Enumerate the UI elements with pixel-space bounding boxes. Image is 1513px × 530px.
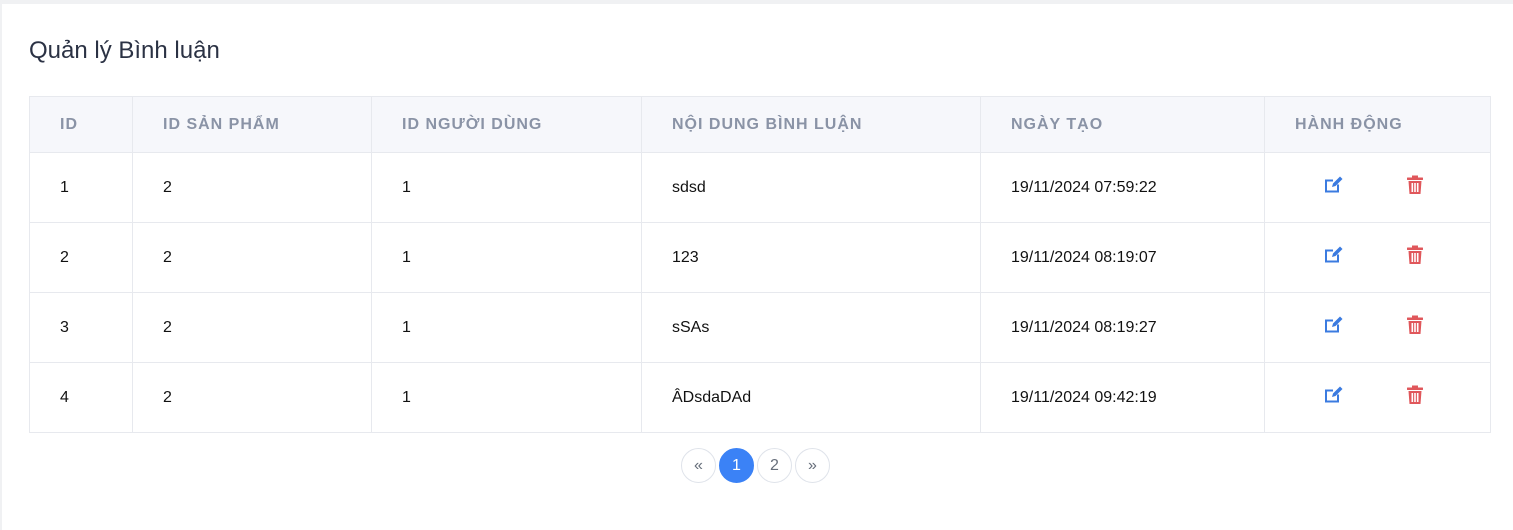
cell-user-id: 1 (371, 292, 642, 363)
cell-product-id: 2 (132, 152, 372, 223)
trash-icon (1406, 385, 1424, 410)
cell-created: 19/11/2024 08:19:27 (980, 292, 1265, 363)
delete-button[interactable] (1403, 315, 1427, 340)
pagination: « 1 2 » (681, 448, 830, 483)
edit-button[interactable] (1321, 176, 1345, 200)
cell-created: 19/11/2024 08:19:07 (980, 222, 1265, 293)
edit-button[interactable] (1321, 246, 1345, 270)
delete-button[interactable] (1403, 385, 1427, 410)
trash-icon (1406, 315, 1424, 340)
cell-actions (1264, 362, 1491, 433)
cell-actions (1264, 222, 1491, 293)
pagination-next-button[interactable]: » (795, 448, 830, 483)
column-header-id: ID (29, 96, 133, 153)
edit-icon (1323, 385, 1343, 410)
cell-content: sSAs (641, 292, 981, 363)
column-header-user-id: ID NGƯỜI DÙNG (371, 96, 642, 153)
cell-content: sdsd (641, 152, 981, 223)
table-row: 4 2 1 ÂDsdaDAd 19/11/2024 09:42:19 (29, 362, 1491, 433)
table-row: 2 2 1 123 19/11/2024 08:19:07 (29, 222, 1491, 293)
table-row: 3 2 1 sSAs 19/11/2024 08:19:27 (29, 292, 1491, 363)
cell-product-id: 2 (132, 222, 372, 293)
cell-actions (1264, 152, 1491, 223)
delete-button[interactable] (1403, 245, 1427, 270)
table-header-row: ID ID SẢN PHẨM ID NGƯỜI DÙNG NỘI DUNG BÌ… (29, 96, 1491, 153)
pagination-page-2-button[interactable]: 2 (757, 448, 792, 483)
trash-icon (1406, 175, 1424, 200)
cell-product-id: 2 (132, 292, 372, 363)
edit-button[interactable] (1321, 316, 1345, 340)
comments-card: Quản lý Bình luận ID ID SẢN PHẨM ID NGƯỜ… (2, 4, 1513, 530)
cell-id: 1 (29, 152, 133, 223)
cell-content: ÂDsdaDAd (641, 362, 981, 433)
cell-id: 3 (29, 292, 133, 363)
cell-actions (1264, 292, 1491, 363)
cell-product-id: 2 (132, 362, 372, 433)
column-header-created: NGÀY TẠO (980, 96, 1265, 153)
delete-button[interactable] (1403, 175, 1427, 200)
cell-id: 4 (29, 362, 133, 433)
trash-icon (1406, 245, 1424, 270)
pagination-prev-button[interactable]: « (681, 448, 716, 483)
cell-user-id: 1 (371, 222, 642, 293)
cell-user-id: 1 (371, 362, 642, 433)
edit-icon (1323, 245, 1343, 270)
cell-created: 19/11/2024 09:42:19 (980, 362, 1265, 433)
edit-icon (1323, 315, 1343, 340)
edit-button[interactable] (1321, 386, 1345, 410)
column-header-content: NỘI DUNG BÌNH LUẬN (641, 96, 981, 153)
comments-table: ID ID SẢN PHẨM ID NGƯỜI DÙNG NỘI DUNG BÌ… (29, 96, 1491, 433)
cell-id: 2 (29, 222, 133, 293)
cell-created: 19/11/2024 07:59:22 (980, 152, 1265, 223)
cell-content: 123 (641, 222, 981, 293)
column-header-actions: HÀNH ĐỘNG (1264, 96, 1491, 153)
table-row: 1 2 1 sdsd 19/11/2024 07:59:22 (29, 152, 1491, 223)
pagination-page-1-button[interactable]: 1 (719, 448, 754, 483)
cell-user-id: 1 (371, 152, 642, 223)
edit-icon (1323, 175, 1343, 200)
column-header-product-id: ID SẢN PHẨM (132, 96, 372, 153)
page-title: Quản lý Bình luận (29, 37, 220, 64)
